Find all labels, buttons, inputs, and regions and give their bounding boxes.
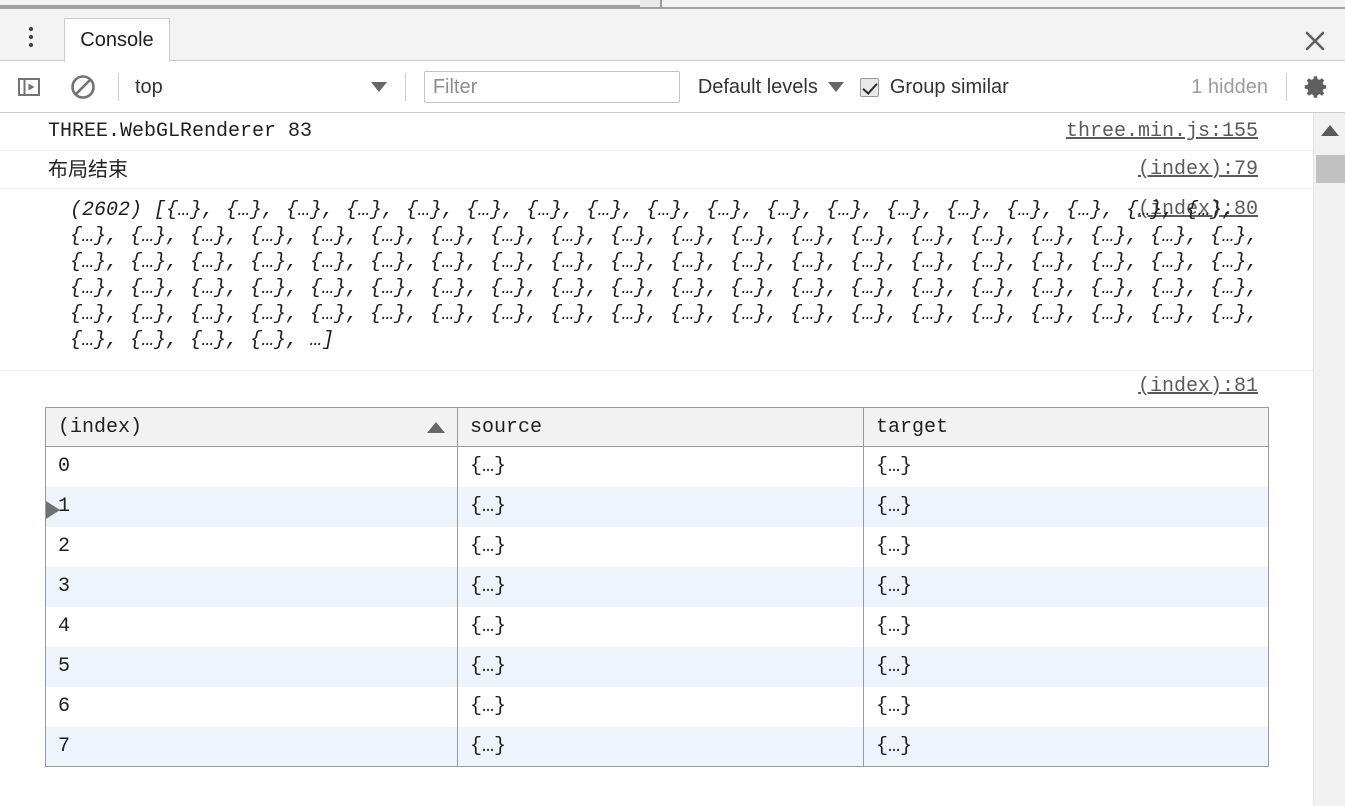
column-header-index-label: (index) <box>58 415 143 439</box>
table-row[interactable]: 6 {…} {…} <box>45 686 1269 727</box>
log-levels-selector[interactable]: Default levels <box>698 76 844 99</box>
kebab-dot <box>29 27 33 31</box>
toolbar-divider-3 <box>1286 73 1287 101</box>
console-message-source-link[interactable]: (index):79 <box>1138 151 1258 189</box>
cell-target[interactable]: {…} <box>864 487 1269 527</box>
group-similar-checkbox[interactable] <box>859 77 879 97</box>
kebab-menu-icon[interactable] <box>16 22 46 52</box>
scroll-up-arrow-icon[interactable] <box>1320 125 1339 136</box>
console-table-header-row: (index) source target <box>45 407 1269 447</box>
table-row[interactable]: 2 {…} {…} <box>45 526 1269 567</box>
console-message[interactable]: 布局结束 (index):79 <box>0 151 1313 189</box>
console-message-array[interactable]: (index):80 (2602) [{…}, {…}, {…}, {…}, {… <box>0 189 1313 519</box>
console-message[interactable]: THREE.WebGLRenderer 83 three.min.js:155 <box>0 113 1313 151</box>
filter-input[interactable] <box>423 71 680 103</box>
cell-index: 4 <box>45 606 458 647</box>
tab-console-label: Console <box>80 29 154 51</box>
column-header-source[interactable]: source <box>457 407 864 447</box>
console-table-head: (index) source target <box>45 407 1269 447</box>
hidden-messages-count[interactable]: 1 hidden <box>1191 76 1268 99</box>
table-row[interactable]: 0 {…} {…} <box>45 446 1269 487</box>
gear-icon[interactable] <box>1299 70 1333 104</box>
cell-target[interactable]: {…} <box>864 447 1269 487</box>
table-row[interactable]: 7 {…} {…} <box>45 726 1269 767</box>
group-similar-label: Group similar <box>889 75 1009 98</box>
cell-source[interactable]: {…} <box>457 486 864 527</box>
show-console-sidebar-icon[interactable] <box>12 70 46 104</box>
cell-source[interactable]: {…} <box>457 526 864 567</box>
kebab-dot <box>29 35 33 39</box>
cell-index: 2 <box>45 526 458 567</box>
console-message-table[interactable]: (index):81 (index) source target 0 {…} {… <box>0 371 1313 767</box>
cell-index: 7 <box>45 726 458 767</box>
expand-triangle-icon[interactable] <box>46 501 60 519</box>
close-icon[interactable] <box>1299 25 1331 57</box>
cell-index: 3 <box>45 566 458 607</box>
console-table-body: 0 {…} {…} 1 {…} {…} 2 {…} {…} 3 {…} {…} … <box>45 446 1269 767</box>
kebab-dot <box>29 43 33 47</box>
console-message-source-link[interactable]: (index):81 <box>1138 371 1258 403</box>
log-levels-label: Default levels <box>697 75 818 98</box>
toolbar-divider-2 <box>404 73 406 101</box>
cell-source[interactable]: {…} <box>457 726 864 767</box>
column-header-target[interactable]: target <box>863 407 1269 447</box>
group-similar-toggle[interactable]: Group similar <box>859 75 1009 99</box>
console-message-list[interactable]: THREE.WebGLRenderer 83 three.min.js:155 … <box>0 113 1313 806</box>
console-table[interactable]: (index) source target 0 {…} {…} 1 {…} {…… <box>45 407 1269 767</box>
table-row[interactable]: 4 {…} {…} <box>45 606 1269 647</box>
column-header-target-label: target <box>876 415 949 439</box>
cell-target[interactable]: {…} <box>864 567 1269 607</box>
outer-panel-edge <box>0 0 1345 9</box>
console-message-text: 布局结束 <box>48 159 128 181</box>
devtools-tabbar: Console <box>0 9 1345 62</box>
cell-source[interactable]: {…} <box>457 446 864 487</box>
cell-index: 5 <box>45 646 458 687</box>
console-toolbar: top Default levels Group similar 1 hidde… <box>0 62 1345 113</box>
column-header-index[interactable]: (index) <box>45 407 458 447</box>
cell-target[interactable]: {…} <box>864 727 1269 767</box>
console-message-source-link[interactable]: three.min.js:155 <box>1066 113 1258 151</box>
table-row[interactable]: 1 {…} {…} <box>45 486 1269 527</box>
execution-context-label: top <box>135 75 163 98</box>
column-header-source-label: source <box>470 415 543 439</box>
chevron-down-icon <box>827 82 844 92</box>
chevron-down-icon <box>370 82 387 92</box>
cell-target[interactable]: {…} <box>864 647 1269 687</box>
execution-context-selector[interactable]: top <box>119 70 387 104</box>
cell-target[interactable]: {…} <box>864 607 1269 647</box>
table-row[interactable]: 3 {…} {…} <box>45 566 1269 607</box>
cell-source[interactable]: {…} <box>457 646 864 687</box>
sort-ascending-icon[interactable] <box>427 422 445 433</box>
cell-index: 0 <box>45 446 458 487</box>
cell-index: 1 <box>45 486 458 527</box>
array-preview-text: (2602) [{…}, {…}, {…}, {…}, {…}, {…}, {…… <box>70 199 1271 352</box>
console-message-text: THREE.WebGLRenderer 83 <box>48 120 313 143</box>
cell-source[interactable]: {…} <box>457 566 864 607</box>
outer-panel-tab-stub[interactable] <box>640 0 662 7</box>
cell-index: 6 <box>45 686 458 727</box>
cell-source[interactable]: {…} <box>457 686 864 727</box>
cell-source[interactable]: {…} <box>457 606 864 647</box>
scrollbar-thumb[interactable] <box>1316 155 1345 183</box>
tab-console[interactable]: Console <box>64 18 170 62</box>
cell-target[interactable]: {…} <box>864 687 1269 727</box>
clear-console-icon[interactable] <box>66 70 100 104</box>
console-vertical-scrollbar[interactable] <box>1313 113 1345 806</box>
cell-target[interactable]: {…} <box>864 527 1269 567</box>
table-row[interactable]: 5 {…} {…} <box>45 646 1269 687</box>
